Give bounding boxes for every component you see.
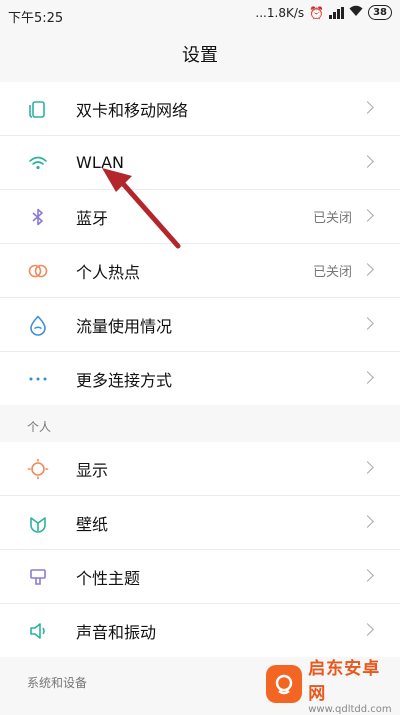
hotspot-icon xyxy=(27,260,49,282)
status-time: 下午5:25 xyxy=(8,11,64,26)
data-usage-icon xyxy=(27,314,49,336)
settings-item-hotspot[interactable]: 个人热点 已关闭 xyxy=(0,244,400,298)
settings-item-label: 显示 xyxy=(76,460,109,480)
chevron-right-icon xyxy=(361,317,374,330)
settings-item-label: 流量使用情况 xyxy=(76,316,173,336)
section-header-label: 个人 xyxy=(27,420,52,434)
wallpaper-icon xyxy=(27,512,49,534)
settings-item-data-usage[interactable]: 流量使用情况 xyxy=(0,298,400,352)
chevron-right-icon xyxy=(361,569,374,582)
theme-icon xyxy=(27,566,49,588)
site-watermark: 启东安卓网 www.qdltdd.com xyxy=(266,659,394,715)
settings-item-label: 个人热点 xyxy=(76,262,141,282)
cell-signal-icon xyxy=(329,6,345,19)
settings-item-label: 蓝牙 xyxy=(76,208,109,228)
settings-item-display[interactable]: 显示 xyxy=(0,442,400,496)
status-bar: 下午5:25 ...1.8K/s ⏰ 38 xyxy=(0,0,400,30)
settings-item-bluetooth[interactable]: 蓝牙 已关闭 xyxy=(0,190,400,244)
chevron-right-icon xyxy=(361,371,374,384)
connectivity-list: 双卡和移动网络 WLAN 蓝牙 已关闭 个人热点 已关闭 流量使用情况 更多连接… xyxy=(0,82,400,405)
wifi-icon xyxy=(27,152,49,174)
settings-item-label: 更多连接方式 xyxy=(76,370,173,390)
watermark-title: 启东安卓网 xyxy=(308,658,381,704)
settings-item-label: 壁纸 xyxy=(76,514,109,534)
more-dots-icon xyxy=(27,368,49,390)
personal-list: 显示 壁纸 个性主题 声音和振动 xyxy=(0,442,400,657)
settings-item-wallpaper[interactable]: 壁纸 xyxy=(0,496,400,550)
settings-item-theme[interactable]: 个性主题 xyxy=(0,550,400,604)
display-icon xyxy=(27,458,49,480)
chevron-right-icon xyxy=(361,515,374,528)
settings-item-dual-sim[interactable]: 双卡和移动网络 xyxy=(0,82,400,136)
sim-card-icon xyxy=(27,98,49,120)
chevron-right-icon xyxy=(361,623,374,636)
section-header-personal: 个人 xyxy=(0,406,400,442)
bluetooth-icon xyxy=(27,206,49,228)
settings-item-sound[interactable]: 声音和振动 xyxy=(0,604,400,657)
watermark-url: www.qdltdd.com xyxy=(308,703,392,715)
chevron-right-icon xyxy=(361,209,374,222)
page-title: 设置 xyxy=(182,45,218,66)
chevron-right-icon xyxy=(361,101,374,114)
battery-indicator: 38 xyxy=(368,5,392,20)
chevron-right-icon xyxy=(361,461,374,474)
chevron-right-icon xyxy=(361,263,374,276)
chevron-right-icon xyxy=(361,155,374,168)
settings-item-more-connections[interactable]: 更多连接方式 xyxy=(0,352,400,405)
section-header-label: 系统和设备 xyxy=(27,676,88,690)
watermark-logo-icon xyxy=(266,665,303,703)
wifi-status-icon xyxy=(349,5,363,20)
settings-item-label: 个性主题 xyxy=(76,568,141,588)
settings-item-value: 已关闭 xyxy=(312,265,352,280)
settings-item-label: 声音和振动 xyxy=(76,622,157,642)
settings-item-label: 双卡和移动网络 xyxy=(76,100,189,120)
settings-item-wlan[interactable]: WLAN xyxy=(0,136,400,190)
alarm-icon: ⏰ xyxy=(309,5,325,20)
sound-icon xyxy=(27,620,49,642)
status-icons: ...1.8K/s ⏰ 38 xyxy=(255,5,392,20)
settings-item-label: WLAN xyxy=(76,153,125,172)
network-speed: ...1.8K/s xyxy=(255,5,305,20)
settings-item-value: 已关闭 xyxy=(312,211,352,226)
